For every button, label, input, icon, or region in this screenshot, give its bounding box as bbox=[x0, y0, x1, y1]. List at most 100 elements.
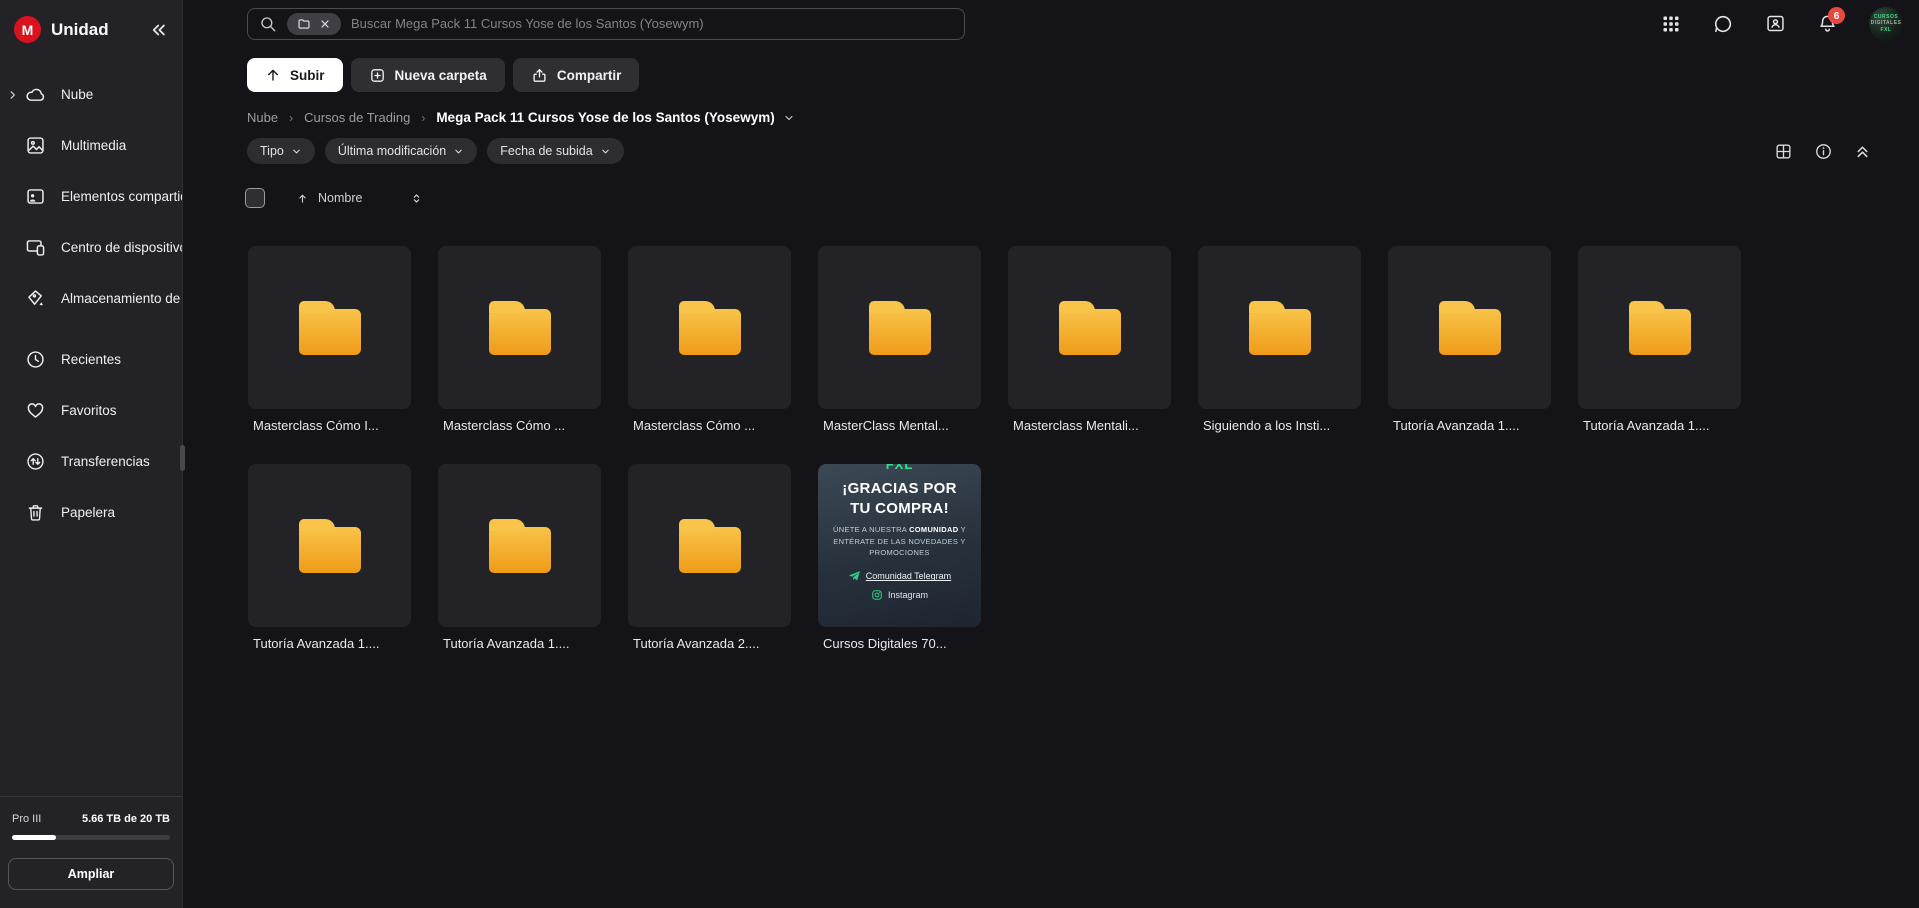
breadcrumb-current[interactable]: Mega Pack 11 Cursos Yose de los Santos (… bbox=[436, 110, 794, 125]
folder-icon bbox=[299, 527, 361, 573]
sort-by-name[interactable]: Nombre bbox=[296, 191, 362, 205]
notification-badge: 6 bbox=[1828, 7, 1845, 24]
sidebar-header: M Unidad bbox=[0, 0, 182, 43]
notifications-bell[interactable]: 6 bbox=[1817, 13, 1838, 34]
new-folder-button[interactable]: Nueva carpeta bbox=[351, 58, 505, 92]
image-icon bbox=[25, 135, 46, 156]
grid-item[interactable]: Tutoría Avanzada 2.... bbox=[628, 464, 791, 651]
sidebar-nav: Nube Multimedia Elementos compartidos Ce… bbox=[0, 69, 182, 796]
folder-icon bbox=[489, 527, 551, 573]
storage-usage: 5.66 TB de 20 TB bbox=[82, 813, 170, 825]
grid-item[interactable]: Tutoría Avanzada 1.... bbox=[248, 464, 411, 651]
storage-progress-fill bbox=[12, 835, 56, 840]
upload-button[interactable]: Subir bbox=[247, 58, 343, 92]
folder-tile[interactable] bbox=[1198, 246, 1361, 409]
chevrons-left-icon bbox=[150, 21, 168, 39]
grid-item[interactable]: Masterclass Cómo ... bbox=[628, 246, 791, 433]
collapse-panel-icon[interactable] bbox=[1854, 143, 1871, 160]
share-icon bbox=[531, 67, 548, 84]
chevron-down-icon bbox=[600, 146, 611, 157]
breadcrumb-root[interactable]: Nube bbox=[247, 110, 278, 125]
grid-item[interactable]: Masterclass Mentali... bbox=[1008, 246, 1171, 433]
contacts-icon[interactable] bbox=[1765, 13, 1786, 34]
folder-tile[interactable] bbox=[438, 464, 601, 627]
item-name: Tutoría Avanzada 1.... bbox=[1388, 418, 1551, 433]
action-toolbar: Subir Nueva carpeta Compartir bbox=[183, 47, 1919, 92]
close-icon[interactable] bbox=[319, 18, 331, 30]
image-thumbnail[interactable]: FXL ¡GRACIAS POR TU COMPRA! ÚNETE A NUES… bbox=[818, 464, 981, 627]
folder-tile[interactable] bbox=[818, 246, 981, 409]
chevron-right-icon[interactable] bbox=[7, 89, 18, 100]
sidebar-item-recientes[interactable]: Recientes bbox=[0, 334, 182, 385]
devices-icon bbox=[25, 237, 46, 258]
sidebar-item-centro-de-dispositivos[interactable]: Centro de dispositivos bbox=[0, 222, 182, 273]
plan-name: Pro III bbox=[12, 813, 41, 825]
item-name: Cursos Digitales 70... bbox=[818, 636, 981, 651]
folder-tile[interactable] bbox=[248, 464, 411, 627]
sort-ascending-icon bbox=[296, 192, 309, 205]
item-name: Masterclass Cómo ... bbox=[438, 418, 601, 433]
search-bar[interactable] bbox=[247, 8, 965, 40]
sidebar-item-multimedia[interactable]: Multimedia bbox=[0, 120, 182, 171]
sidebar-item-papelera[interactable]: Papelera bbox=[0, 487, 182, 538]
folder-tile[interactable] bbox=[438, 246, 601, 409]
grid-item[interactable]: Siguiendo a los Insti... bbox=[1198, 246, 1361, 433]
list-header: Nombre bbox=[183, 164, 1919, 208]
folder-icon bbox=[679, 309, 741, 355]
sort-direction-toggle[interactable] bbox=[410, 192, 423, 205]
grid-item[interactable]: FXL ¡GRACIAS POR TU COMPRA! ÚNETE A NUES… bbox=[818, 464, 981, 651]
chevron-down-icon bbox=[291, 146, 302, 157]
select-all-checkbox[interactable] bbox=[245, 188, 265, 208]
plus-square-icon bbox=[369, 67, 386, 84]
grid-item[interactable]: MasterClass Mental... bbox=[818, 246, 981, 433]
sidebar-item-elementos-compartidos[interactable]: Elementos compartidos bbox=[0, 171, 182, 222]
folder-tile[interactable] bbox=[628, 464, 791, 627]
object-storage-icon bbox=[25, 288, 46, 309]
topbar: 6 CURSOS DIGITALES FXL bbox=[183, 0, 1919, 47]
transfers-icon bbox=[25, 451, 46, 472]
promo-subtitle: ÚNETE A NUESTRA COMUNIDAD Y ENTÉRATE DE … bbox=[827, 524, 972, 559]
grid-item[interactable]: Tutoría Avanzada 1.... bbox=[1388, 246, 1551, 433]
search-scope-chip[interactable] bbox=[287, 13, 341, 35]
folder-tile[interactable] bbox=[628, 246, 791, 409]
info-icon[interactable] bbox=[1814, 142, 1833, 161]
folder-tile[interactable] bbox=[1388, 246, 1551, 409]
grid-item[interactable]: Masterclass Cómo ... bbox=[438, 246, 601, 433]
folder-tile[interactable] bbox=[1578, 246, 1741, 409]
chevron-down-icon bbox=[453, 146, 464, 157]
mega-logo[interactable]: M bbox=[14, 16, 41, 43]
storage-footer: Pro III 5.66 TB de 20 TB Ampliar bbox=[0, 796, 182, 908]
file-grid: Masterclass Cómo I... Masterclass Cómo .… bbox=[183, 208, 1919, 651]
sidebar-item-label: Nube bbox=[61, 87, 93, 102]
grid-item[interactable]: Tutoría Avanzada 1.... bbox=[438, 464, 601, 651]
sidebar-item-transferencias[interactable]: Transferencias bbox=[0, 436, 182, 487]
item-name: MasterClass Mental... bbox=[818, 418, 981, 433]
breadcrumb-separator: › bbox=[421, 111, 425, 125]
grid-item[interactable]: Masterclass Cómo I... bbox=[248, 246, 411, 433]
filter-upload-date-chip[interactable]: Fecha de subida bbox=[487, 138, 623, 164]
breadcrumb-parent[interactable]: Cursos de Trading bbox=[304, 110, 410, 125]
apps-grid-icon[interactable] bbox=[1661, 14, 1681, 34]
chat-icon[interactable] bbox=[1712, 13, 1734, 35]
search-input[interactable] bbox=[351, 16, 953, 31]
sidebar-item-favoritos[interactable]: Favoritos bbox=[0, 385, 182, 436]
grid-item[interactable]: Tutoría Avanzada 1.... bbox=[1578, 246, 1741, 433]
filter-type-chip[interactable]: Tipo bbox=[247, 138, 315, 164]
folder-tile[interactable] bbox=[248, 246, 411, 409]
folder-icon bbox=[1059, 309, 1121, 355]
item-name: Siguiendo a los Insti... bbox=[1198, 418, 1361, 433]
filter-modified-chip[interactable]: Última modificación bbox=[325, 138, 477, 164]
grid-view-icon[interactable] bbox=[1774, 142, 1793, 161]
upgrade-button[interactable]: Ampliar bbox=[8, 858, 174, 890]
folder-tile[interactable] bbox=[1008, 246, 1171, 409]
topbar-icons: 6 CURSOS DIGITALES FXL bbox=[1661, 7, 1903, 41]
sidebar-resize-handle[interactable] bbox=[180, 445, 185, 471]
share-button[interactable]: Compartir bbox=[513, 58, 640, 92]
sidebar-collapse-button[interactable] bbox=[150, 21, 168, 39]
avatar[interactable]: CURSOS DIGITALES FXL bbox=[1869, 7, 1903, 41]
item-name: Masterclass Mentali... bbox=[1008, 418, 1171, 433]
sidebar-item-almacenamiento-de-objetos[interactable]: Almacenamiento de objetos bbox=[0, 273, 182, 324]
sidebar-item-nube[interactable]: Nube bbox=[0, 69, 182, 120]
folder-icon bbox=[299, 309, 361, 355]
promo-title: ¡GRACIAS POR TU COMPRA! bbox=[842, 479, 956, 518]
